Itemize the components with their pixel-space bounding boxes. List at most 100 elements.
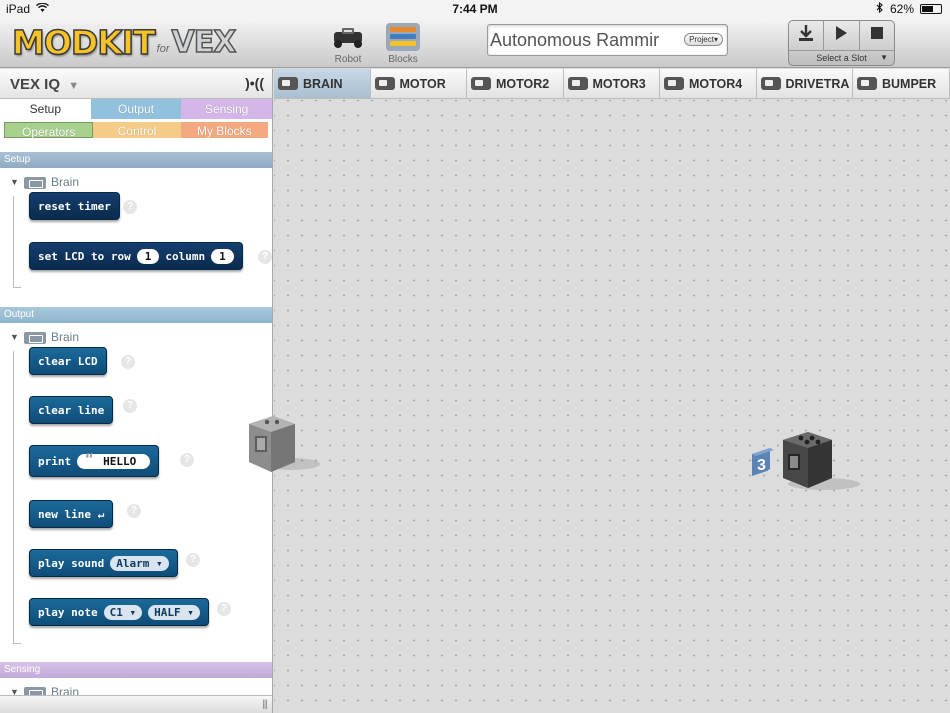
motor-icon — [471, 77, 491, 90]
category-tabs: Setup Output Sensing — [0, 99, 272, 119]
block-text: print — [38, 454, 72, 468]
device-tab-label: DRIVETRA — [785, 76, 850, 91]
block-text: set LCD to row — [38, 249, 131, 263]
column-input[interactable]: 1 — [211, 248, 234, 264]
motor-icon — [374, 77, 395, 90]
block-play-note[interactable]: play note C1 ▾ HALF ▾ — [29, 598, 209, 626]
block-text: clear line — [38, 403, 105, 417]
block-set-lcd[interactable]: set LCD to row 1 column 1 — [29, 242, 243, 270]
workspace-canvas[interactable]: 3 — [249, 100, 950, 713]
project-name[interactable]: Autonomous Rammir — [490, 30, 680, 51]
help-icon[interactable]: ? — [217, 602, 231, 616]
app-header: MODKIT for VEX Robot Blocks Autonomous R… — [0, 18, 950, 68]
tree-line — [13, 196, 14, 288]
expand-triangle-icon: ▼ — [10, 177, 19, 187]
run-controls: Select a Slot ▼ — [788, 20, 895, 66]
slot-dropdown-icon: ▼ — [880, 53, 888, 62]
device-tab-label: MOTOR4 — [689, 76, 743, 91]
block-play-sound[interactable]: play sound Alarm ▾ — [29, 549, 178, 577]
modkit-logo: MODKIT for VEX — [11, 22, 260, 63]
help-icon[interactable]: ? — [121, 355, 135, 369]
connect-icon[interactable]: )•(( — [245, 75, 264, 91]
motor-icon — [664, 77, 684, 90]
tree-line — [13, 351, 14, 644]
help-icon[interactable]: ? — [127, 504, 141, 518]
slot-selector[interactable]: Select a Slot ▼ — [789, 51, 894, 65]
sound-dropdown[interactable]: Alarm ▾ — [110, 555, 169, 571]
battery-icon — [920, 4, 942, 14]
tab-sensing[interactable]: Sensing — [181, 99, 272, 119]
download-button[interactable] — [789, 21, 825, 50]
stop-button[interactable] — [860, 21, 894, 50]
chevron-down-icon: ▼ — [68, 80, 80, 92]
drivetrain-icon — [760, 77, 781, 90]
device-tab-label: BRAIN — [303, 76, 343, 91]
help-icon[interactable]: ? — [186, 553, 200, 567]
play-icon — [833, 25, 849, 46]
brain-device-image[interactable] — [246, 414, 321, 485]
project-menu-button[interactable]: Project▾ — [684, 33, 723, 46]
device-tab-motor3[interactable]: MOTOR3 — [564, 69, 660, 98]
device-tab-motor[interactable]: MOTOR — [371, 69, 467, 98]
palette-footer: ||| — [0, 695, 272, 713]
platform-selector[interactable]: VEX IQ ▼ — [10, 76, 79, 93]
device-tab-label: MOTOR — [399, 76, 446, 91]
block-text: new line ↵ — [38, 507, 105, 521]
block-reset-timer[interactable]: reset timer — [29, 192, 120, 220]
motor-device-image[interactable]: 3 — [752, 430, 862, 499]
device-tabs: BRAIN MOTOR MOTOR2 MOTOR3 MOTOR4 DRIVETR… — [274, 69, 950, 99]
device-tab-motor4[interactable]: MOTOR4 — [660, 69, 757, 98]
device-tab-motor2[interactable]: MOTOR2 — [467, 69, 564, 98]
brain-icon — [278, 77, 298, 90]
subcategory-tabs: Operators Control My Blocks — [0, 119, 272, 141]
block-text: play sound — [38, 556, 105, 570]
help-icon[interactable]: ? — [123, 200, 137, 214]
robot-button[interactable]: Robot — [323, 22, 373, 66]
block-clear-line[interactable]: clear line — [29, 396, 114, 424]
blocks-button[interactable]: Blocks — [378, 22, 428, 66]
battery-fill — [922, 6, 934, 12]
block-new-line[interactable]: new line ↵ — [29, 500, 114, 528]
tab-control[interactable]: Control — [93, 122, 181, 138]
device-tab-label: MOTOR3 — [592, 76, 646, 91]
palette-scroll[interactable]: Setup ▼ Brain reset timer ? set LCD to r… — [0, 141, 272, 713]
logo-vex: VEX — [171, 24, 237, 61]
group-label: Brain — [51, 175, 80, 189]
tree-end — [13, 643, 21, 644]
device-tab-brain[interactable]: BRAIN — [274, 69, 371, 98]
platform-title: VEX IQ — [10, 76, 61, 93]
help-icon[interactable]: ? — [180, 453, 194, 467]
tab-output[interactable]: Output — [90, 99, 182, 119]
row-input[interactable]: 1 — [136, 248, 160, 264]
help-icon[interactable]: ? — [123, 399, 137, 413]
tab-my-blocks[interactable]: My Blocks — [180, 122, 268, 138]
tree-end — [13, 287, 21, 288]
resize-grip-icon[interactable]: ||| — [262, 699, 268, 710]
brain-icon — [24, 332, 46, 344]
tab-setup[interactable]: Setup — [0, 99, 91, 119]
battery-percent: 62% — [889, 2, 914, 16]
section-header-sensing: Sensing — [0, 662, 272, 678]
device-tab-label: BUMPER — [882, 76, 937, 91]
bumper-icon — [857, 77, 877, 90]
play-button[interactable] — [824, 21, 860, 50]
blocks-palette: VEX IQ ▼ )•(( Setup Output Sensing Opera… — [0, 69, 273, 713]
block-text: clear LCD — [38, 354, 98, 368]
print-string-input[interactable]: HELLO — [77, 452, 151, 469]
blocks-icon — [383, 22, 423, 52]
section-header-output: Output — [0, 307, 272, 323]
duration-dropdown[interactable]: HALF ▾ — [148, 604, 200, 620]
port-badge-label: 3 — [757, 457, 766, 474]
block-print[interactable]: print HELLO — [29, 445, 160, 477]
tab-operators[interactable]: Operators — [4, 122, 94, 139]
device-tab-bumper[interactable]: BUMPER — [853, 69, 950, 98]
note-dropdown[interactable]: C1 ▾ — [103, 604, 143, 620]
palette-header: VEX IQ ▼ )•(( — [0, 69, 272, 99]
stop-icon — [870, 26, 884, 45]
device-tab-drivetrain[interactable]: DRIVETRA — [757, 69, 853, 98]
motor-icon — [567, 77, 588, 90]
project-name-box[interactable]: Autonomous Rammir Project▾ — [487, 24, 728, 56]
help-icon[interactable]: ? — [258, 250, 272, 264]
block-clear-lcd[interactable]: clear LCD — [29, 347, 107, 375]
status-right: 62% — [876, 1, 942, 16]
